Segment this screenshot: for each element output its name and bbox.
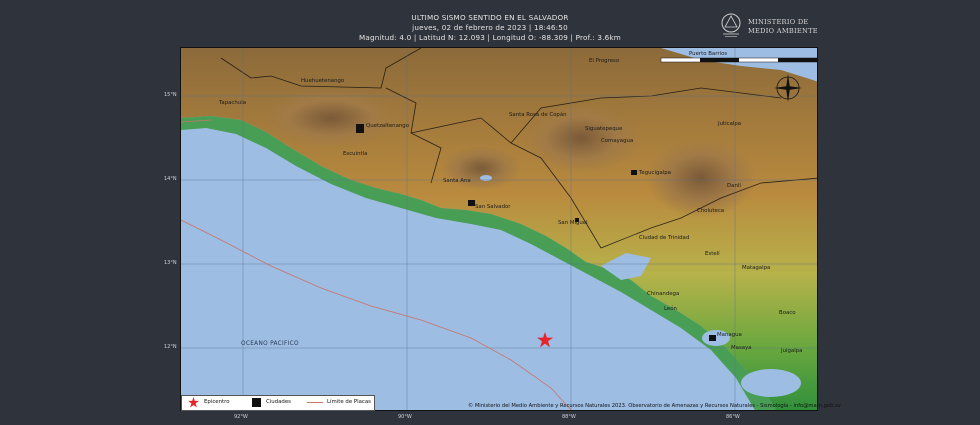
place-label: Tapachula [219,100,247,106]
star-icon [188,397,199,408]
place-label: Matagalpa [742,265,771,271]
place-label: León [664,306,677,312]
place-label: San Salvador [475,204,511,210]
legend-plates-label: Límite de Placas [327,399,371,405]
city-square-icon [252,398,261,407]
lon-label: 90°W [398,414,412,420]
lat-label: 12°N [164,344,177,350]
ministry-name-line1: MINISTERIO DE [748,18,809,26]
ministry-name-line2: MEDIO AMBIENTE [748,27,818,35]
place-label: Quetzaltenango [366,123,410,129]
copyright-credit: © Ministerio del Medio Ambiente y Recurs… [468,403,841,409]
place-label: Escuintla [343,151,368,157]
place-label: Estelí [705,251,720,257]
map-title: ULTIMO SISMO SENTIDO EN EL SALVADOR [411,13,569,22]
plate-line-icon [307,402,323,403]
ocean-label: OCEANO PACIFICO [241,341,299,347]
lon-label: 88°W [562,414,576,420]
place-label: Boaco [779,310,796,316]
lat-label: 15°N [164,92,177,98]
plate-boundary [181,219,572,410]
legend-epicenter-label: Epicentro [204,399,230,405]
place-label: Ciudad de Trinidad [639,235,690,241]
event-datetime: jueves, 02 de febrero de 2023 | 18:46:50 [412,23,568,32]
place-label: Danlí [727,183,741,189]
map-frame[interactable]: OCEANO PACIFICO Tapachula Huehuetenango … [180,47,818,411]
lake-nicaragua [741,369,801,397]
lat-label: 14°N [164,176,177,182]
epicenter-marker[interactable] [537,332,553,348]
place-label: San Miguel [558,220,588,226]
lon-label: 86°W [726,414,740,420]
place-label: Puerto Barrios [689,51,728,57]
legend-cities-label: Ciudades [266,399,291,405]
place-label: Comayagua [601,138,634,144]
place-label: Huehuetenango [301,78,345,84]
place-label: Santa Ana [443,178,471,184]
place-label: Juigalpa [781,348,803,354]
event-details: Magnitud: 4.0 | Latitud N: 12.093 | Long… [358,33,622,42]
place-label: Juticalpa [718,121,742,127]
scale-bar [660,57,817,63]
place-label: Masaya [731,345,752,351]
place-label: Tegucigalpa [639,170,671,176]
header: ULTIMO SISMO SENTIDO EN EL SALVADOR juev… [0,13,980,43]
map-legend: Epicentro Ciudades Límite de Placas [181,395,375,411]
place-label: Managua [717,332,742,338]
place-label: Choluteca [697,208,725,214]
place-label: Siguatepeque [585,126,623,132]
place-label: Chinandega [647,291,680,297]
ministry-logo: MINISTERIO DE MEDIO AMBIENTE [718,12,818,42]
lon-label: 92°W [234,414,248,420]
place-label: Santa Rosa de Copán [509,112,567,118]
relief-map [181,48,817,410]
lat-label: 13°N [164,260,177,266]
place-label: El Progreso [589,58,620,64]
coat-of-arms-icon [721,13,741,37]
